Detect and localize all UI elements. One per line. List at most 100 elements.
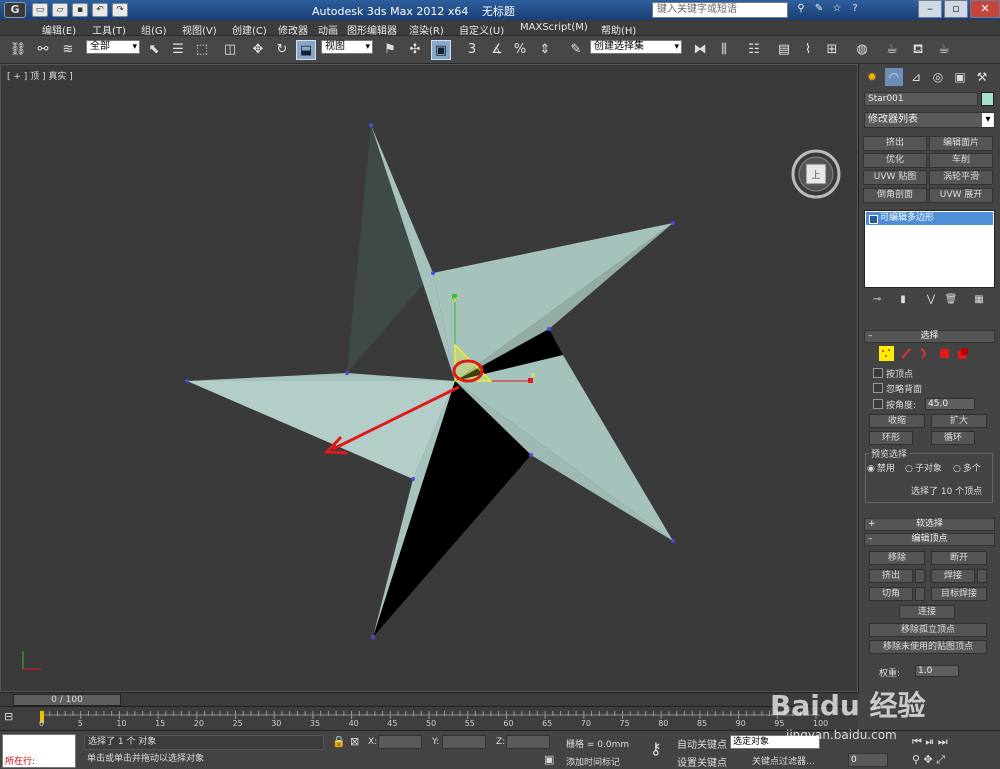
menu-help[interactable]: 帮助(H) — [601, 22, 636, 37]
connect-button[interactable]: 连接 — [899, 605, 955, 619]
minimize-button[interactable]: – — [918, 0, 942, 18]
grow-button[interactable]: 扩大 — [931, 414, 987, 428]
y-coordinate-field[interactable] — [442, 735, 486, 749]
material-editor-icon[interactable]: ◍ — [852, 40, 872, 60]
edit-vertices-rollout-header[interactable]: – 编辑顶点 — [864, 533, 995, 546]
make-unique-icon[interactable]: ⋁ — [923, 294, 939, 308]
undo-icon[interactable]: ↶ — [92, 3, 108, 17]
modifier-extrude-button[interactable]: 挤出 — [863, 136, 927, 151]
polygon-mode-icon[interactable] — [937, 346, 952, 361]
help-icon[interactable]: ? — [848, 2, 862, 16]
vertex-mode-icon[interactable] — [879, 346, 894, 361]
favorites-icon[interactable]: ☆ — [830, 2, 844, 16]
pivot-center-icon[interactable]: ⚑ — [380, 40, 400, 60]
element-mode-icon[interactable] — [955, 346, 970, 361]
modifier-bevel-profile-button[interactable]: 倒角剖面 — [863, 188, 927, 203]
maximize-button[interactable]: ▫ — [944, 0, 968, 18]
menu-maxscript[interactable]: MAXScript(M) — [520, 22, 588, 33]
time-slider[interactable]: 0 / 100 — [0, 692, 858, 706]
remove-unused-map-verts-button[interactable]: 移除未使用的贴图顶点 — [869, 640, 987, 654]
select-and-rotate-icon[interactable]: ↻ — [272, 40, 292, 60]
modifier-unwrap-uvw-button[interactable]: UVW 展开 — [929, 188, 993, 203]
configure-sets-icon[interactable]: ▦ — [971, 294, 987, 308]
align-icon[interactable]: ⫼ — [714, 40, 734, 60]
snaps-toggle-icon[interactable]: 3 — [462, 40, 482, 60]
selection-lock-icon[interactable]: 🔒 — [332, 735, 346, 748]
select-and-move-icon[interactable]: ✥ — [248, 40, 268, 60]
menu-views[interactable]: 视图(V) — [182, 22, 217, 37]
app-logo[interactable]: G — [0, 0, 30, 20]
menu-graph-editors[interactable]: 图形编辑器 — [347, 22, 397, 37]
rendered-frame-window-icon[interactable]: ⛾ — [908, 40, 928, 60]
show-end-result-icon[interactable]: ▮ — [895, 294, 911, 308]
time-tag-icon[interactable]: ▣ — [544, 753, 554, 766]
mirror-icon[interactable]: ⧓ — [690, 40, 710, 60]
auto-key-button[interactable]: 自动关键点 — [677, 736, 727, 751]
soft-selection-rollout-header[interactable]: + 软选择 — [864, 518, 995, 531]
graphite-tools-icon[interactable]: ▤ — [774, 40, 794, 60]
edit-named-selection-icon[interactable]: ✎ — [566, 40, 586, 60]
curve-editor-icon[interactable]: ⌇ — [798, 40, 818, 60]
target-weld-button[interactable]: 目标焊接 — [931, 587, 987, 601]
ignore-backfacing-checkbox[interactable]: 忽略背面 — [873, 382, 922, 395]
spinner-snap-icon[interactable]: ⇕ — [535, 40, 555, 60]
layer-manager-icon[interactable]: ☷ — [744, 40, 764, 60]
help-search-input[interactable]: 键入关键字或短语 — [652, 2, 788, 18]
preview-disabled-radio[interactable]: 禁用 — [867, 461, 895, 474]
chamfer-settings-button[interactable] — [915, 587, 925, 601]
menu-animation[interactable]: 动画 — [318, 22, 338, 37]
rectangular-selection-icon[interactable]: ⬚ — [192, 40, 212, 60]
modifier-uvw-map-button[interactable]: UVW 贴图 — [863, 170, 927, 185]
reference-coordinate-dropdown[interactable]: 视图 — [321, 40, 373, 54]
utilities-tab-icon[interactable]: ⚒ — [973, 68, 991, 86]
maxscript-listener[interactable]: 所在行: — [2, 734, 76, 768]
object-color-swatch[interactable] — [981, 92, 994, 106]
remove-modifier-icon[interactable]: 🗑 — [943, 294, 959, 308]
display-tab-icon[interactable]: ▣ — [951, 68, 969, 86]
key-icon[interactable]: ⚷ — [650, 739, 662, 758]
extrude-button[interactable]: 挤出 — [869, 569, 913, 583]
preview-multi-radio[interactable]: 多个 — [953, 461, 981, 474]
preview-subobject-radio[interactable]: 子对象 — [905, 461, 942, 474]
ring-button[interactable]: 环形 — [869, 431, 913, 445]
modifier-stack[interactable]: 可编辑多边形 — [864, 210, 995, 288]
x-coordinate-field[interactable] — [378, 735, 422, 749]
modifier-list-dropdown[interactable]: 修改器列表 — [864, 112, 995, 128]
modifier-lathe-button[interactable]: 车削 — [929, 153, 993, 168]
menu-rendering[interactable]: 渲染(R) — [409, 22, 444, 37]
play-controls-icon[interactable]: ⏮ ⏯ ⏭ — [912, 735, 948, 749]
bind-to-spacewarp-icon[interactable]: ≋ — [58, 40, 78, 60]
shrink-button[interactable]: 收缩 — [869, 414, 925, 428]
modifier-edit-patch-button[interactable]: 编辑面片 — [929, 136, 993, 151]
select-object-icon[interactable]: ⬉ — [144, 40, 164, 60]
menu-group[interactable]: 组(G) — [141, 22, 167, 37]
remove-button[interactable]: 移除 — [869, 551, 925, 565]
window-crossing-icon[interactable]: ◫ — [220, 40, 240, 60]
modify-tab-icon[interactable]: ◠ — [885, 68, 903, 86]
motion-tab-icon[interactable]: ◎ — [929, 68, 947, 86]
hierarchy-tab-icon[interactable]: ⊿ — [907, 68, 925, 86]
percent-snap-icon[interactable]: % — [510, 40, 530, 60]
select-and-link-icon[interactable]: ⛓ — [8, 40, 28, 60]
track-bar[interactable]: ⊟ 0 5 10 15 20 25 30 35 40 45 50 55 60 65 70 75 80 85 90 95… — [0, 706, 858, 730]
key-filters-button[interactable]: 关键点过滤器... — [752, 754, 815, 767]
break-button[interactable]: 断开 — [931, 551, 987, 565]
keyboard-shortcut-override-icon[interactable]: ▣ — [431, 40, 451, 60]
unlink-icon[interactable]: ⚯ — [33, 40, 53, 60]
select-and-manipulate-icon[interactable]: ✣ — [405, 40, 425, 60]
by-vertex-checkbox[interactable]: 按顶点 — [873, 367, 913, 380]
menu-edit[interactable]: 编辑(E) — [42, 22, 76, 37]
selection-rollout-header[interactable]: – 选择 — [864, 330, 995, 343]
object-name-field[interactable]: Star001 — [864, 92, 978, 106]
new-file-icon[interactable]: ▭ — [32, 3, 48, 17]
render-production-icon[interactable]: ☕ — [934, 40, 954, 60]
loop-button[interactable]: 循环 — [931, 431, 975, 445]
menu-customize[interactable]: 自定义(U) — [459, 22, 504, 37]
menu-create[interactable]: 创建(C) — [232, 22, 267, 37]
viewport-top[interactable]: [ + ] 顶 ] 真实 ] y x 上 — [0, 64, 858, 692]
select-and-scale-icon[interactable]: ⬓ — [296, 40, 316, 60]
redo-icon[interactable]: ↷ — [112, 3, 128, 17]
by-angle-checkbox[interactable]: 按角度: — [873, 398, 916, 411]
star-object[interactable]: y x — [1, 65, 859, 693]
menu-modifiers[interactable]: 修改器 — [278, 22, 308, 37]
